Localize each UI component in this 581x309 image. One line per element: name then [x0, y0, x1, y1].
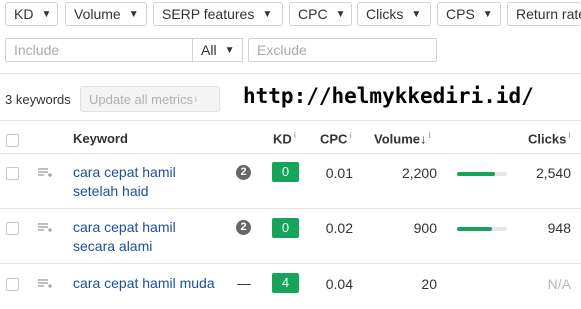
cpc-value: 0.01: [325, 165, 353, 181]
filter-cps[interactable]: CPS ▼: [437, 2, 501, 26]
serp-features-empty: —: [237, 275, 251, 291]
info-icon: i: [568, 131, 571, 140]
volume-bar: [457, 227, 507, 231]
update-metrics-label: Update all metrics: [89, 91, 194, 107]
add-to-list-icon[interactable]: [37, 222, 53, 234]
include-input[interactable]: [6, 39, 192, 61]
serp-features-badge[interactable]: 2: [236, 220, 251, 235]
column-header-clicks[interactable]: Clicks i: [528, 131, 571, 146]
filter-return-rate[interactable]: Return rate: [507, 2, 581, 26]
filter-serp-features[interactable]: SERP features ▼: [153, 2, 283, 26]
volume-bar: [457, 172, 507, 176]
keyword-link[interactable]: cara cepat hamil muda: [73, 274, 215, 293]
info-icon: i: [195, 94, 197, 104]
keyword-line: cara cepat hamil: [73, 219, 176, 235]
keyword-line: setelah haid: [73, 183, 149, 199]
chevron-down-icon: ▼: [128, 8, 139, 20]
info-icon: i: [349, 131, 352, 140]
filter-cpc-label: CPC: [298, 6, 328, 22]
update-metrics-button[interactable]: Update all metrics i: [80, 86, 220, 112]
chevron-down-icon: ▼: [41, 8, 52, 20]
keyword-count: 3 keywords: [5, 92, 71, 107]
divider: [0, 263, 581, 264]
filter-volume[interactable]: Volume ▼: [65, 2, 147, 26]
cpc-value: 0.02: [325, 220, 353, 236]
filter-kd-label: KD: [14, 6, 34, 22]
divider: [0, 73, 581, 74]
add-to-list-icon[interactable]: [37, 278, 53, 290]
row-checkbox[interactable]: [6, 222, 19, 235]
chevron-down-icon: ▼: [224, 44, 235, 56]
keyword-link[interactable]: cara cepat hamil secara alami: [73, 218, 176, 256]
info-icon: i: [428, 131, 431, 140]
filter-clicks[interactable]: Clicks ▼: [357, 2, 431, 26]
divider: [0, 208, 581, 209]
column-header-kd[interactable]: KD i: [273, 131, 296, 146]
keyword-line: cara cepat hamil: [73, 164, 176, 180]
divider: [0, 153, 581, 154]
add-to-list-icon[interactable]: [37, 167, 53, 179]
volume-value: 900: [413, 220, 437, 236]
volume-header-label: Volume: [374, 131, 420, 147]
chevron-down-icon: ▼: [335, 8, 346, 20]
volume-value: 20: [421, 276, 437, 292]
row-checkbox[interactable]: [6, 167, 19, 180]
select-all-checkbox[interactable]: [6, 134, 19, 147]
volume-bar-fill: [457, 227, 492, 231]
kd-badge: 4: [272, 273, 299, 293]
kd-header-label: KD: [273, 131, 292, 147]
divider: [0, 120, 581, 121]
scope-select-value: All: [201, 42, 217, 58]
volume-bar-fill: [457, 172, 495, 176]
clicks-value: N/A: [547, 276, 571, 292]
volume-value: 2,200: [401, 165, 437, 181]
cpc-value: 0.04: [325, 276, 353, 292]
keyword-line: secara alami: [73, 238, 153, 254]
kd-badge: 0: [272, 162, 299, 182]
exclude-field[interactable]: [248, 38, 437, 62]
filter-volume-label: Volume: [74, 6, 121, 22]
column-header-cpc[interactable]: CPC i: [320, 131, 352, 146]
chevron-down-icon: ▼: [482, 8, 493, 20]
column-header-volume[interactable]: Volume↓ i: [374, 131, 431, 146]
clicks-value: 948: [547, 220, 571, 236]
filter-return-rate-label: Return rate: [516, 6, 581, 22]
filter-serp-label: SERP features: [162, 6, 255, 22]
clicks-header-label: Clicks: [528, 131, 567, 147]
column-header-keyword[interactable]: Keyword: [73, 131, 128, 146]
filter-bar: KD ▼ Volume ▼ SERP features ▼ CPC ▼ Clicks ▼ …: [0, 0, 581, 30]
chevron-down-icon: ▼: [411, 8, 422, 20]
scope-select[interactable]: All ▼: [193, 38, 243, 62]
exclude-input[interactable]: [249, 39, 436, 61]
filter-cps-label: CPS: [446, 6, 475, 22]
chevron-down-icon: ▼: [262, 8, 273, 20]
filter-kd[interactable]: KD ▼: [5, 2, 58, 26]
clicks-value: 2,540: [535, 165, 571, 181]
filter-cpc[interactable]: CPC ▼: [289, 2, 352, 26]
info-icon: i: [293, 131, 297, 140]
cpc-header-label: CPC: [320, 131, 348, 147]
include-field[interactable]: [5, 38, 193, 62]
serp-features-badge[interactable]: 2: [236, 165, 251, 180]
row-checkbox[interactable]: [6, 278, 19, 291]
filter-clicks-label: Clicks: [366, 6, 404, 22]
watermark-url: http://helmykkediri.id/: [243, 84, 534, 108]
keyword-link[interactable]: cara cepat hamil setelah haid: [73, 163, 176, 201]
kd-badge: 0: [272, 218, 299, 238]
sort-desc-icon: ↓: [420, 131, 427, 147]
